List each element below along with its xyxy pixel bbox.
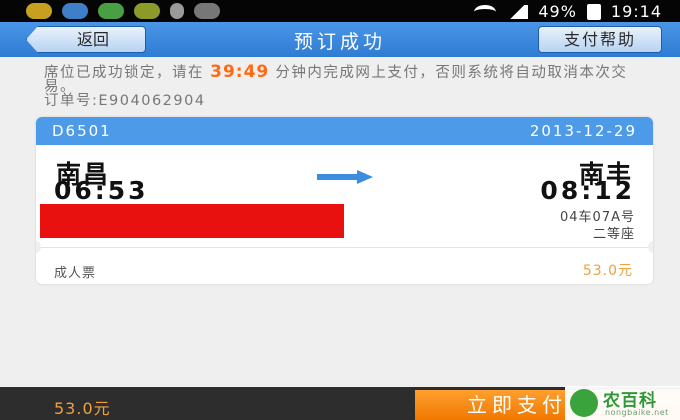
order-label: 订单号:: [44, 93, 99, 109]
status-right: 49% 19:14: [474, 2, 662, 21]
countdown-timer: 39:49: [210, 62, 270, 82]
order-number: E904062904: [98, 93, 206, 109]
ticket-card-header: D6501 2013-12-29: [36, 117, 653, 145]
wheat-logo-icon: [570, 389, 598, 417]
notification-icon: [26, 3, 52, 19]
passenger-info-redacted: [40, 204, 344, 238]
gallery-icon: [62, 3, 88, 19]
clock: 19:14: [610, 2, 662, 21]
seat-class: 二等座: [592, 227, 635, 242]
arrow-right-icon: [317, 170, 373, 184]
signal-icon: [506, 4, 529, 19]
watermark-subtitle: nongbaike.net: [605, 408, 669, 417]
usb-icon: [170, 3, 184, 19]
app-icon: [98, 3, 124, 19]
wifi-icon: [474, 4, 497, 19]
ticket-price: 53.0元: [582, 263, 633, 279]
lock-notice: 席位已成功锁定，请在 39:49 分钟内完成网上支付，否则系统将自动取消本次交易…: [44, 62, 644, 109]
notification-icons: [26, 3, 220, 19]
card-notch-right: [648, 241, 653, 253]
battery-percent: 49%: [538, 2, 577, 21]
ticket-card: D6501 2013-12-29 南昌 南丰 06:53 08:12 04车07…: [36, 117, 653, 284]
departure-time: 06:53: [54, 176, 149, 205]
back-button[interactable]: 返回: [26, 26, 146, 53]
controller-icon: [194, 3, 220, 19]
train-number: D6501: [52, 122, 112, 140]
travel-date: 2013-12-29: [529, 122, 637, 140]
total-price: 53.0元: [54, 399, 111, 418]
game-icon: [134, 3, 160, 19]
arrival-time: 08:12: [540, 176, 635, 205]
battery-icon: [586, 3, 601, 20]
card-notch-left: [36, 241, 41, 253]
ticket-type: 成人票: [54, 266, 97, 281]
nav-bar: 预订成功 返回 支付帮助: [0, 22, 680, 57]
payment-help-button[interactable]: 支付帮助: [538, 26, 662, 53]
watermark: 农百科 nongbaike.net: [565, 386, 680, 420]
card-divider: [36, 247, 653, 248]
status-bar: 49% 19:14: [0, 0, 680, 22]
